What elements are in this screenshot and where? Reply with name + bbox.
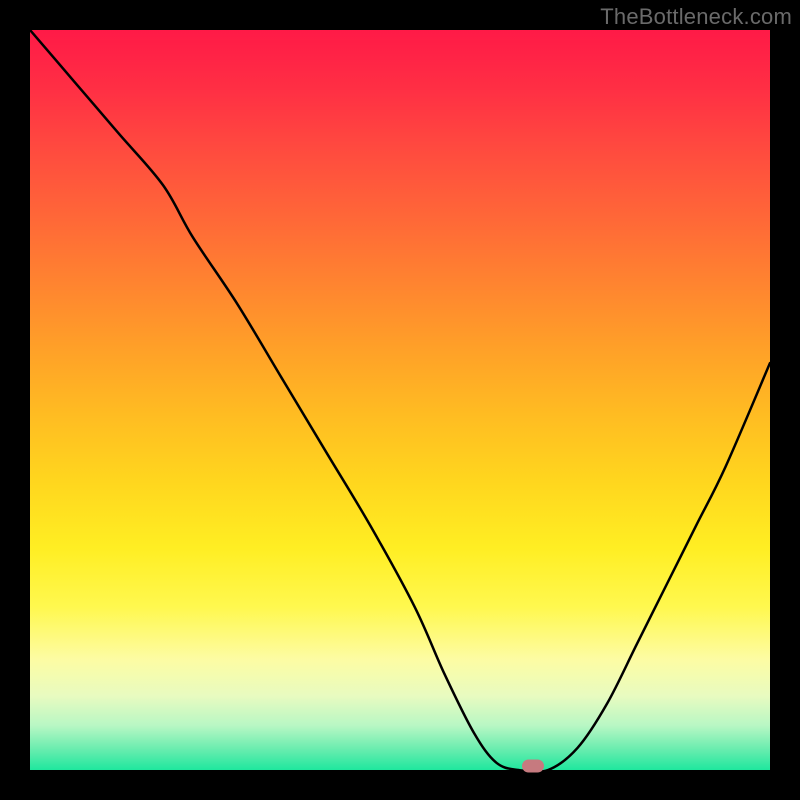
chart-svg <box>30 30 770 770</box>
bottleneck-curve-path <box>30 30 770 770</box>
watermark-text: TheBottleneck.com <box>600 4 792 30</box>
chart-frame: TheBottleneck.com <box>0 0 800 800</box>
optimal-point-marker <box>522 760 544 773</box>
